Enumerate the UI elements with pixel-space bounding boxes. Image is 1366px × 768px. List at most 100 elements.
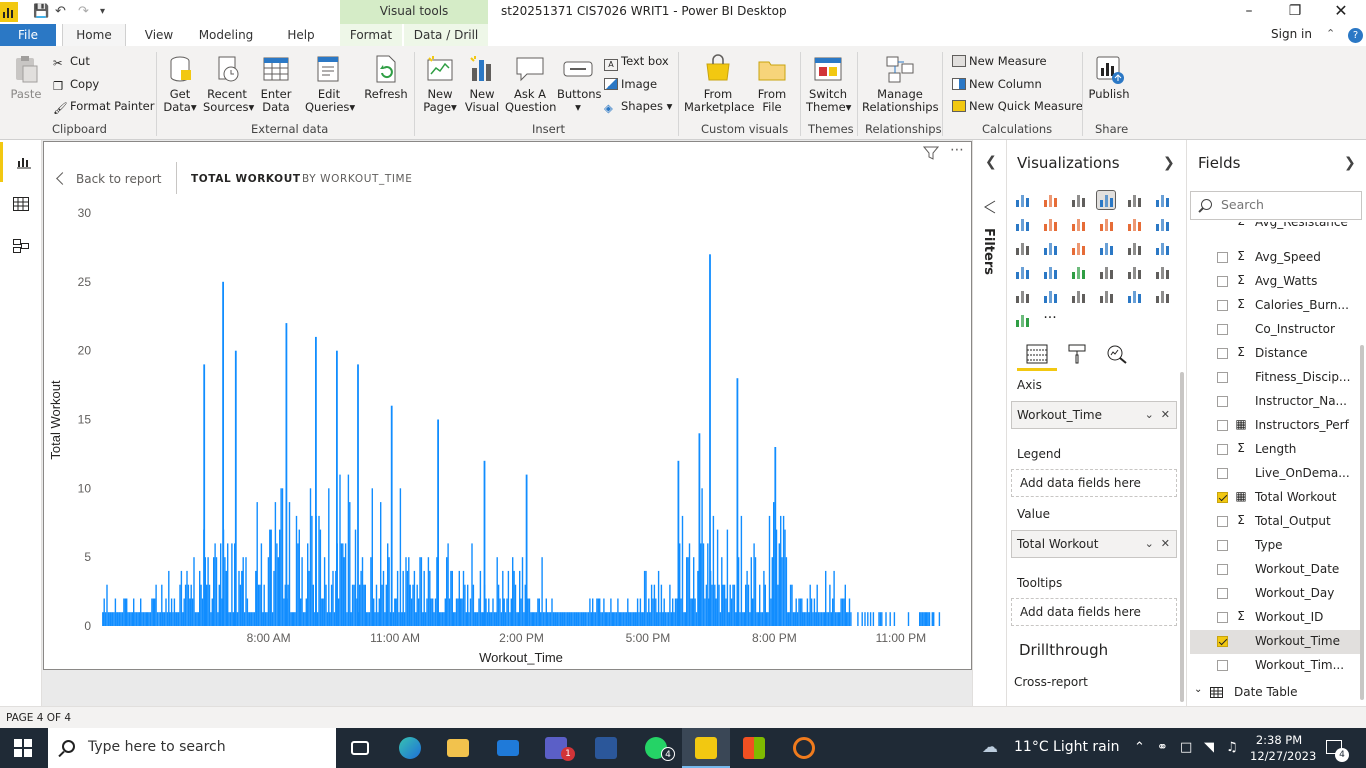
bar[interactable] (761, 612, 764, 626)
bar[interactable] (429, 570, 431, 626)
bar[interactable] (823, 612, 825, 626)
bar[interactable] (721, 557, 723, 626)
bar[interactable] (893, 612, 896, 626)
bar[interactable] (493, 612, 496, 626)
bar[interactable] (492, 598, 494, 627)
bar[interactable] (370, 557, 372, 626)
bar[interactable] (780, 515, 782, 626)
bar[interactable] (124, 598, 126, 627)
bar[interactable] (627, 598, 629, 627)
bar[interactable] (196, 612, 198, 626)
bar[interactable] (760, 612, 762, 626)
bar[interactable] (704, 598, 706, 627)
bar[interactable] (294, 612, 296, 626)
bar[interactable] (766, 612, 768, 626)
matrix-icon[interactable] (1097, 287, 1115, 305)
bar[interactable] (359, 584, 361, 626)
bar[interactable] (516, 612, 518, 626)
bar[interactable] (446, 557, 448, 626)
bar[interactable] (187, 584, 190, 626)
bar[interactable] (754, 557, 757, 626)
bar[interactable] (300, 598, 302, 627)
bar[interactable] (381, 584, 383, 626)
format-painter-button[interactable]: 🖌 Format Painter (53, 99, 154, 115)
bar[interactable] (434, 598, 437, 627)
bar[interactable] (695, 612, 698, 626)
bar[interactable] (566, 612, 569, 626)
field-item[interactable]: ▦ Instructors_Perf (1190, 414, 1360, 438)
bar[interactable] (531, 612, 533, 626)
bar[interactable] (444, 598, 446, 627)
bar[interactable] (155, 584, 157, 626)
bar[interactable] (363, 584, 365, 626)
bar[interactable] (558, 612, 560, 626)
bar[interactable] (259, 584, 261, 626)
bar[interactable] (165, 598, 167, 627)
bar[interactable] (597, 598, 599, 627)
word-app[interactable] (582, 728, 630, 768)
bar[interactable] (231, 543, 233, 626)
battery-icon[interactable]: □ (1180, 740, 1192, 755)
bar[interactable] (712, 515, 715, 626)
bar[interactable] (773, 502, 775, 626)
bar[interactable] (476, 612, 479, 626)
bar[interactable] (249, 612, 251, 626)
bar[interactable] (405, 557, 407, 626)
visual-filter-icon[interactable] (923, 146, 939, 160)
bar[interactable] (590, 612, 592, 626)
bar[interactable] (193, 557, 195, 626)
bar[interactable] (502, 570, 504, 626)
bar[interactable] (364, 584, 366, 626)
bar[interactable] (672, 598, 674, 627)
bar[interactable] (154, 598, 156, 627)
scatter-icon[interactable] (1041, 239, 1059, 257)
treemap-icon[interactable] (1125, 239, 1143, 257)
bar[interactable] (302, 612, 305, 626)
bar[interactable] (663, 598, 665, 627)
bar[interactable] (347, 474, 350, 626)
bar[interactable] (643, 570, 646, 626)
bar[interactable] (166, 612, 169, 626)
bar[interactable] (180, 570, 183, 626)
recent-sources-button[interactable]: Recent Sources▾ (203, 54, 254, 114)
tab-modeling[interactable]: Modeling (192, 24, 260, 46)
field-item[interactable]: Σ Length (1190, 438, 1360, 462)
map-icon[interactable] (1153, 239, 1171, 257)
wifi-icon[interactable]: ◥ (1204, 740, 1214, 755)
bar-peak[interactable] (203, 364, 206, 626)
bar[interactable] (523, 612, 525, 626)
bar[interactable] (826, 612, 828, 626)
bar[interactable] (168, 570, 170, 626)
bar[interactable] (844, 584, 846, 626)
bar[interactable] (186, 570, 188, 626)
bar[interactable] (360, 570, 362, 626)
bar[interactable] (693, 557, 695, 626)
bar[interactable] (236, 612, 239, 626)
chevron-right-icon[interactable]: ❯ (1344, 155, 1356, 171)
bar[interactable] (337, 598, 340, 627)
bar[interactable] (820, 612, 823, 626)
bar[interactable] (349, 502, 351, 626)
bar[interactable] (927, 612, 929, 626)
field-item[interactable]: Type (1190, 534, 1360, 558)
bar[interactable] (475, 612, 477, 626)
line-clustered-column-icon[interactable] (1125, 215, 1143, 233)
stacked-column-chart-icon[interactable] (1041, 191, 1059, 209)
bar[interactable] (812, 612, 814, 626)
bar[interactable] (878, 612, 880, 626)
bar[interactable] (119, 612, 121, 626)
bar[interactable] (323, 557, 326, 626)
bar[interactable] (266, 612, 268, 626)
bar[interactable] (579, 612, 581, 626)
bar[interactable] (242, 557, 244, 626)
paste-button[interactable]: Paste (8, 54, 44, 101)
bar[interactable] (768, 515, 771, 626)
bar[interactable] (538, 598, 540, 627)
bar[interactable] (447, 543, 449, 626)
chevron-left-icon[interactable]: ❮ (985, 154, 997, 170)
bar[interactable] (763, 570, 765, 626)
mail-app[interactable] (484, 728, 532, 768)
bar[interactable] (624, 612, 626, 626)
bar[interactable] (646, 612, 649, 626)
tooltips-well-dropzone[interactable]: Add data fields here (1011, 598, 1177, 626)
